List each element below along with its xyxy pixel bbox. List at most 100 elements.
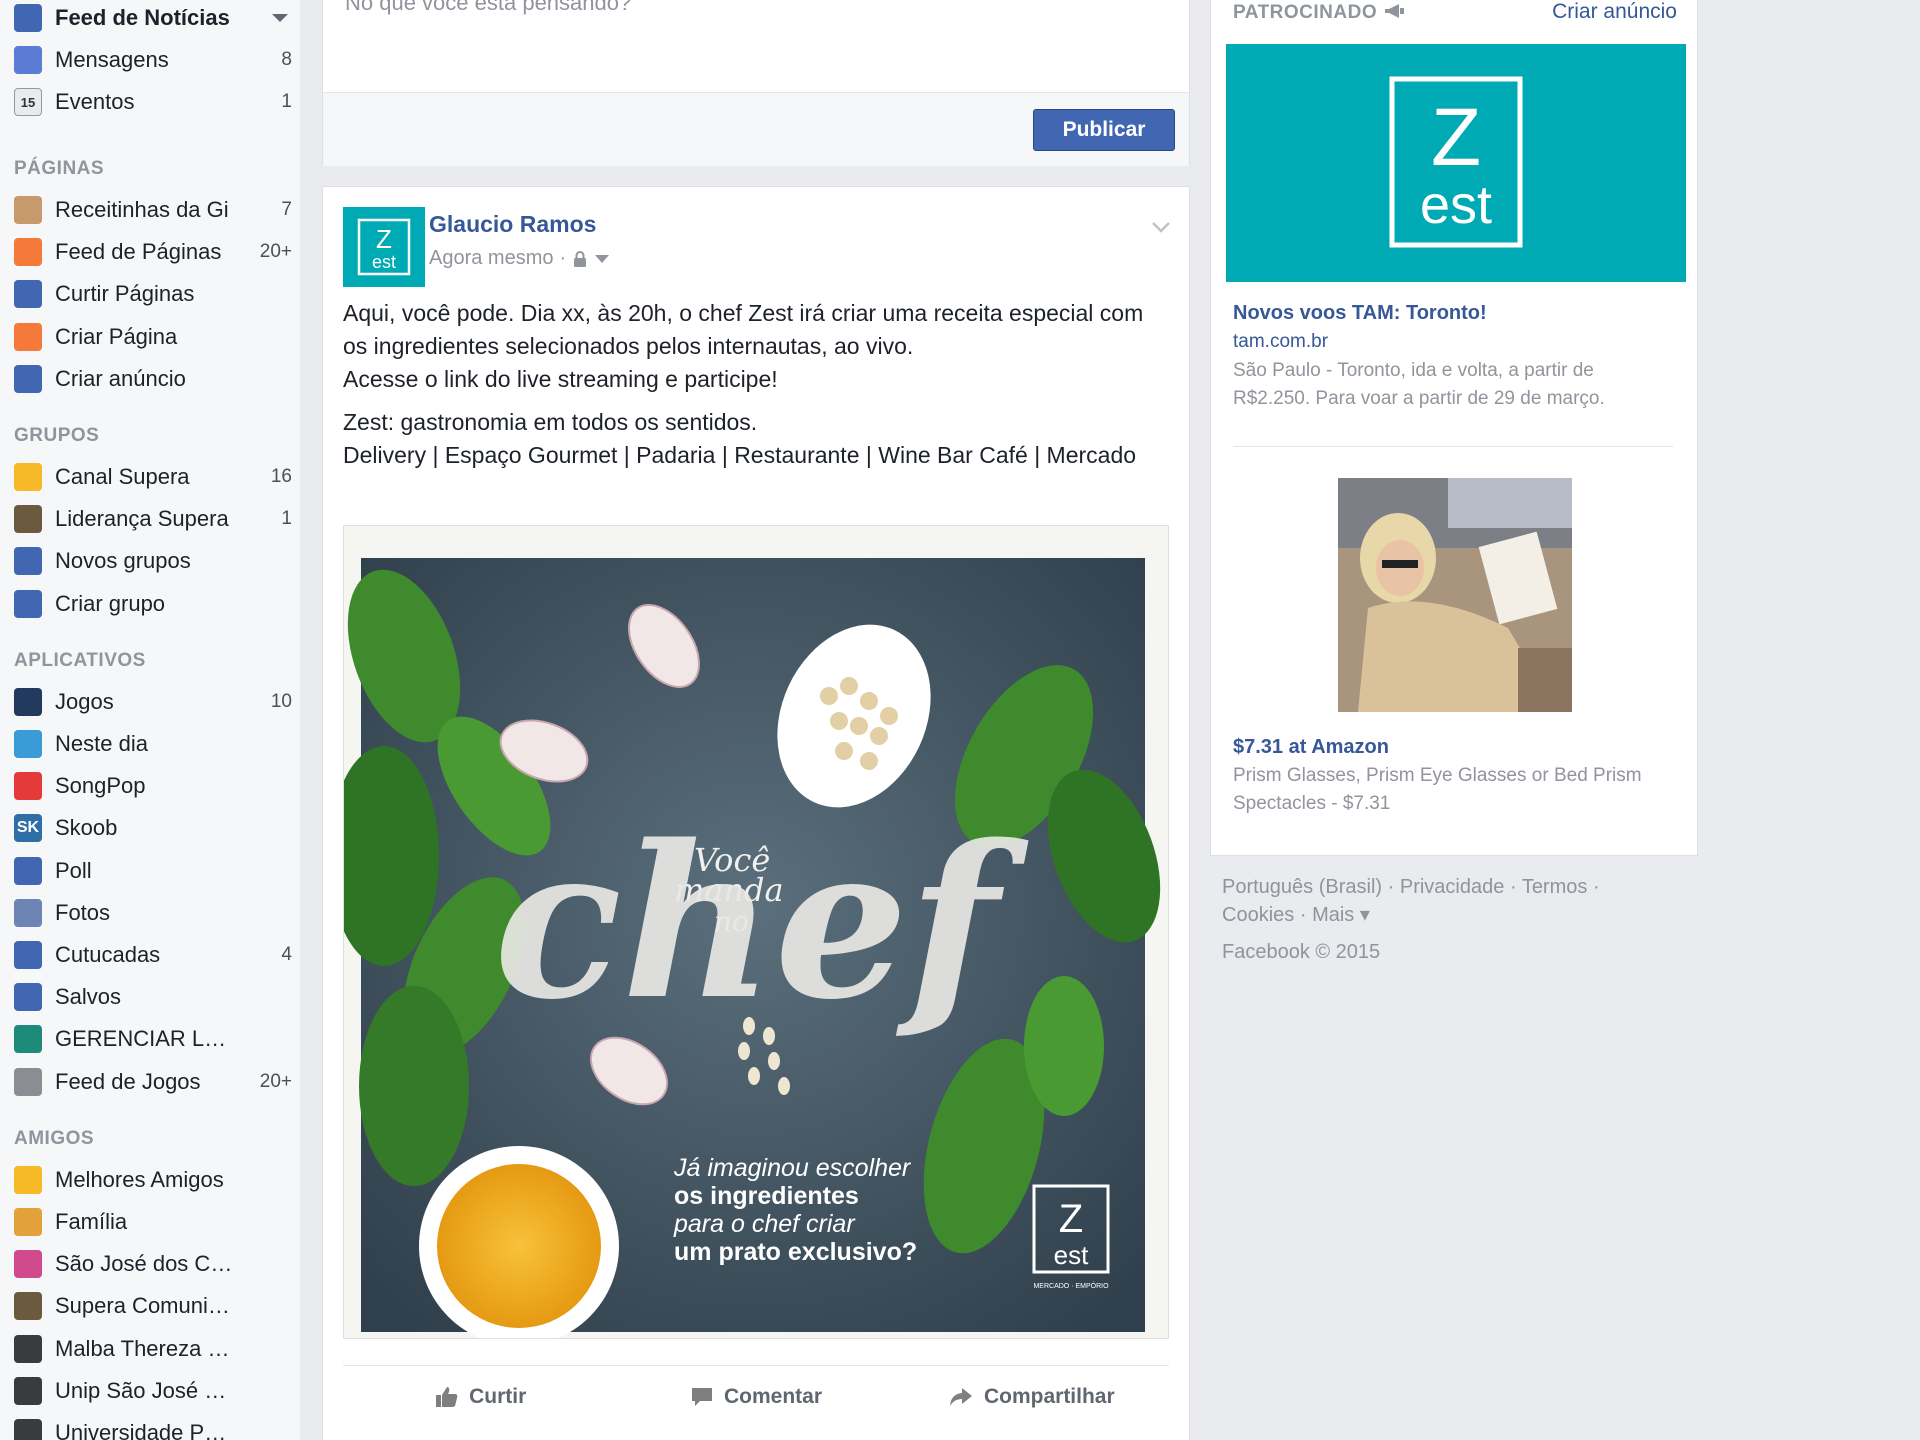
composer-input[interactable]: No que você está pensando?: [345, 0, 631, 16]
comment-icon: [691, 1387, 712, 1406]
map-pin-icon: [14, 1250, 42, 1279]
sidebar-item-fotos[interactable]: Fotos: [14, 895, 296, 931]
post-actions: Curtir Comentar Compartilhar: [343, 1365, 1169, 1427]
sidebar-item-sao-jose-dos-cam[interactable]: São José dos Cam...: [14, 1246, 296, 1282]
sidebar-item-criar-pagina[interactable]: Criar Página: [14, 319, 296, 355]
sidebar-item-count: 8: [281, 49, 292, 70]
section-heading-amigos[interactable]: AMIGOS: [14, 1128, 94, 1150]
section-heading-aplicativos[interactable]: APLICATIVOS: [14, 650, 146, 672]
sidebar-item-novos-grupos[interactable]: Novos grupos: [14, 543, 296, 579]
svg-text:est: est: [1420, 175, 1492, 235]
sidebar-item-neste-dia[interactable]: Neste dia: [14, 726, 296, 762]
svg-text:est: est: [372, 252, 396, 272]
footer-language-link[interactable]: Português (Brasil): [1222, 876, 1382, 898]
footer-cookies-link[interactable]: Cookies: [1222, 904, 1294, 926]
image-headline-chef: chef: [494, 799, 1029, 1046]
sidebar-item-jogos[interactable]: Jogos 10: [14, 684, 296, 720]
sidebar-item-label: Universidade Paul...: [55, 1420, 236, 1440]
sidebar-item-criar-grupo[interactable]: Criar grupo: [14, 586, 296, 622]
sidebar-item-label: SongPop: [55, 773, 146, 799]
svg-text:Z: Z: [376, 224, 392, 254]
sidebar-item-universidade-paul[interactable]: Universidade Paul...: [14, 1415, 296, 1440]
chevron-down-icon[interactable]: [272, 14, 288, 22]
sidebar-item-label: Liderança Supera: [55, 506, 229, 532]
svg-text:Z: Z: [1431, 92, 1481, 183]
lock-icon[interactable]: [572, 250, 588, 268]
sidebar-item-count: 16: [270, 466, 292, 487]
sidebar-item-label: Cutucadas: [55, 942, 161, 967]
sidebar-item-criar-anuncio[interactable]: Criar anúncio: [14, 361, 296, 397]
post-options-chevron-icon[interactable]: [1151, 213, 1171, 239]
share-button[interactable]: Compartilhar: [894, 1385, 1169, 1409]
post-image[interactable]: Você manda no chef Já imaginou escolher …: [343, 525, 1169, 1339]
footer-more-link[interactable]: Mais ▾: [1312, 904, 1370, 926]
ad-image-amazon[interactable]: [1338, 478, 1572, 712]
ad-domain[interactable]: tam.com.br: [1233, 331, 1328, 353]
section-heading-paginas[interactable]: PÁGINAS: [14, 158, 104, 180]
bookmark-icon: [14, 983, 42, 1012]
sidebar-item-feed-de-paginas[interactable]: Feed de Páginas 20+: [14, 234, 296, 270]
songpop-icon: [14, 772, 42, 801]
comment-button[interactable]: Comentar: [618, 1385, 893, 1409]
sidebar-item-melhores-amigos[interactable]: Melhores Amigos: [14, 1162, 296, 1198]
meta-separator: ·: [559, 247, 567, 269]
author-avatar[interactable]: Z est: [343, 207, 425, 287]
svg-text:est: est: [1054, 1240, 1089, 1270]
image-caption-1: Já imaginou escolher: [673, 1154, 912, 1182]
sidebar-item-eventos[interactable]: 15 Eventos 1: [14, 84, 296, 120]
sidebar-item-label: Criar grupo: [55, 590, 166, 616]
svg-text:Z: Z: [1059, 1197, 1083, 1241]
publish-button[interactable]: Publicar: [1033, 109, 1175, 151]
sidebar-item-salvos[interactable]: Salvos: [14, 979, 296, 1015]
sidebar-item-label: Feed de Notícias: [55, 5, 230, 30]
sidebar-item-gerenciar-loja[interactable]: GERENCIAR LOJA: [14, 1021, 296, 1057]
thumbs-up-icon: [14, 280, 42, 309]
left-navigation: Feed de Notícias Mensagens 8 15 Eventos 1 PÁGI…: [0, 0, 300, 1440]
sidebar-item-label: São José dos Cam...: [55, 1251, 236, 1277]
post-timestamp[interactable]: Agora mesmo: [429, 247, 554, 270]
footer-terms-link[interactable]: Termos: [1522, 876, 1588, 898]
sidebar-item-label: Jogos: [55, 688, 114, 714]
calendar-icon: 15: [14, 88, 42, 116]
zest-campaign-image: Você manda no chef Já imaginou escolher …: [344, 526, 1168, 1338]
feed-post: Z est Glaucio Ramos Agora mesmo · Aqui, …: [322, 186, 1190, 1440]
sidebar-item-feed-de-noticias[interactable]: Feed de Notícias: [14, 0, 296, 36]
sidebar-item-supera-comunica[interactable]: Supera Comunica...: [14, 1288, 296, 1324]
sidebar-item-skoob[interactable]: SK Skoob: [14, 810, 296, 846]
woman-reading-photo: [1338, 478, 1572, 712]
sidebar-item-unip-sao-jose-dos[interactable]: Unip São José dos...: [14, 1373, 296, 1409]
news-feed-icon: [14, 4, 42, 32]
ad-title[interactable]: Novos voos TAM: Toronto!: [1233, 302, 1487, 325]
section-heading-grupos[interactable]: GRUPOS: [14, 425, 99, 447]
like-button[interactable]: Curtir: [343, 1385, 618, 1409]
games-icon: [14, 687, 42, 716]
sidebar-item-lideranca-supera[interactable]: Liderança Supera 1: [14, 501, 296, 537]
post-meta: Agora mesmo ·: [429, 247, 610, 270]
sidebar-item-canal-supera[interactable]: Canal Supera 16: [14, 459, 296, 495]
footer-separator: ·: [1299, 904, 1307, 926]
sidebar-item-count: 1: [281, 91, 292, 112]
post-author-name[interactable]: Glaucio Ramos: [429, 211, 596, 238]
sidebar-item-receitinhas-da-gi[interactable]: Receitinhas da Gi 7: [14, 192, 296, 228]
footer-privacy-link[interactable]: Privacidade: [1400, 876, 1505, 898]
audience-dropdown-icon[interactable]: [594, 253, 610, 265]
footer-links: Português (Brasil) · Privacidade · Termo…: [1222, 873, 1600, 929]
sidebar-item-poll[interactable]: Poll: [14, 853, 296, 889]
sidebar-item-label: Skoob: [55, 815, 118, 841]
graduation-cap-icon: [14, 1376, 42, 1405]
sidebar-item-feed-de-jogos[interactable]: Feed de Jogos 20+: [14, 1064, 296, 1100]
sidebar-item-cutucadas[interactable]: Cutucadas 4: [14, 937, 296, 973]
create-ad-link[interactable]: Criar anúncio: [1552, 0, 1677, 24]
messages-icon: [14, 46, 42, 74]
thumbs-up-icon: [436, 1386, 458, 1407]
sidebar-item-familia[interactable]: Família: [14, 1204, 296, 1240]
sidebar-item-mensagens[interactable]: Mensagens 8: [14, 42, 296, 78]
ad-title[interactable]: $7.31 at Amazon: [1233, 736, 1389, 759]
ad-image-zest[interactable]: Z est: [1226, 44, 1686, 282]
briefcase-icon: [14, 1292, 42, 1321]
sidebar-item-malba-thereza-fer[interactable]: Malba Thereza Fer...: [14, 1331, 296, 1367]
sidebar-item-curtir-paginas[interactable]: Curtir Páginas: [14, 276, 296, 312]
sidebar-item-label: Salvos: [55, 984, 122, 1010]
post-paragraph: Zest: gastronomia em todos os sentidos. D…: [343, 409, 1137, 468]
sidebar-item-songpop[interactable]: SongPop: [14, 768, 296, 804]
